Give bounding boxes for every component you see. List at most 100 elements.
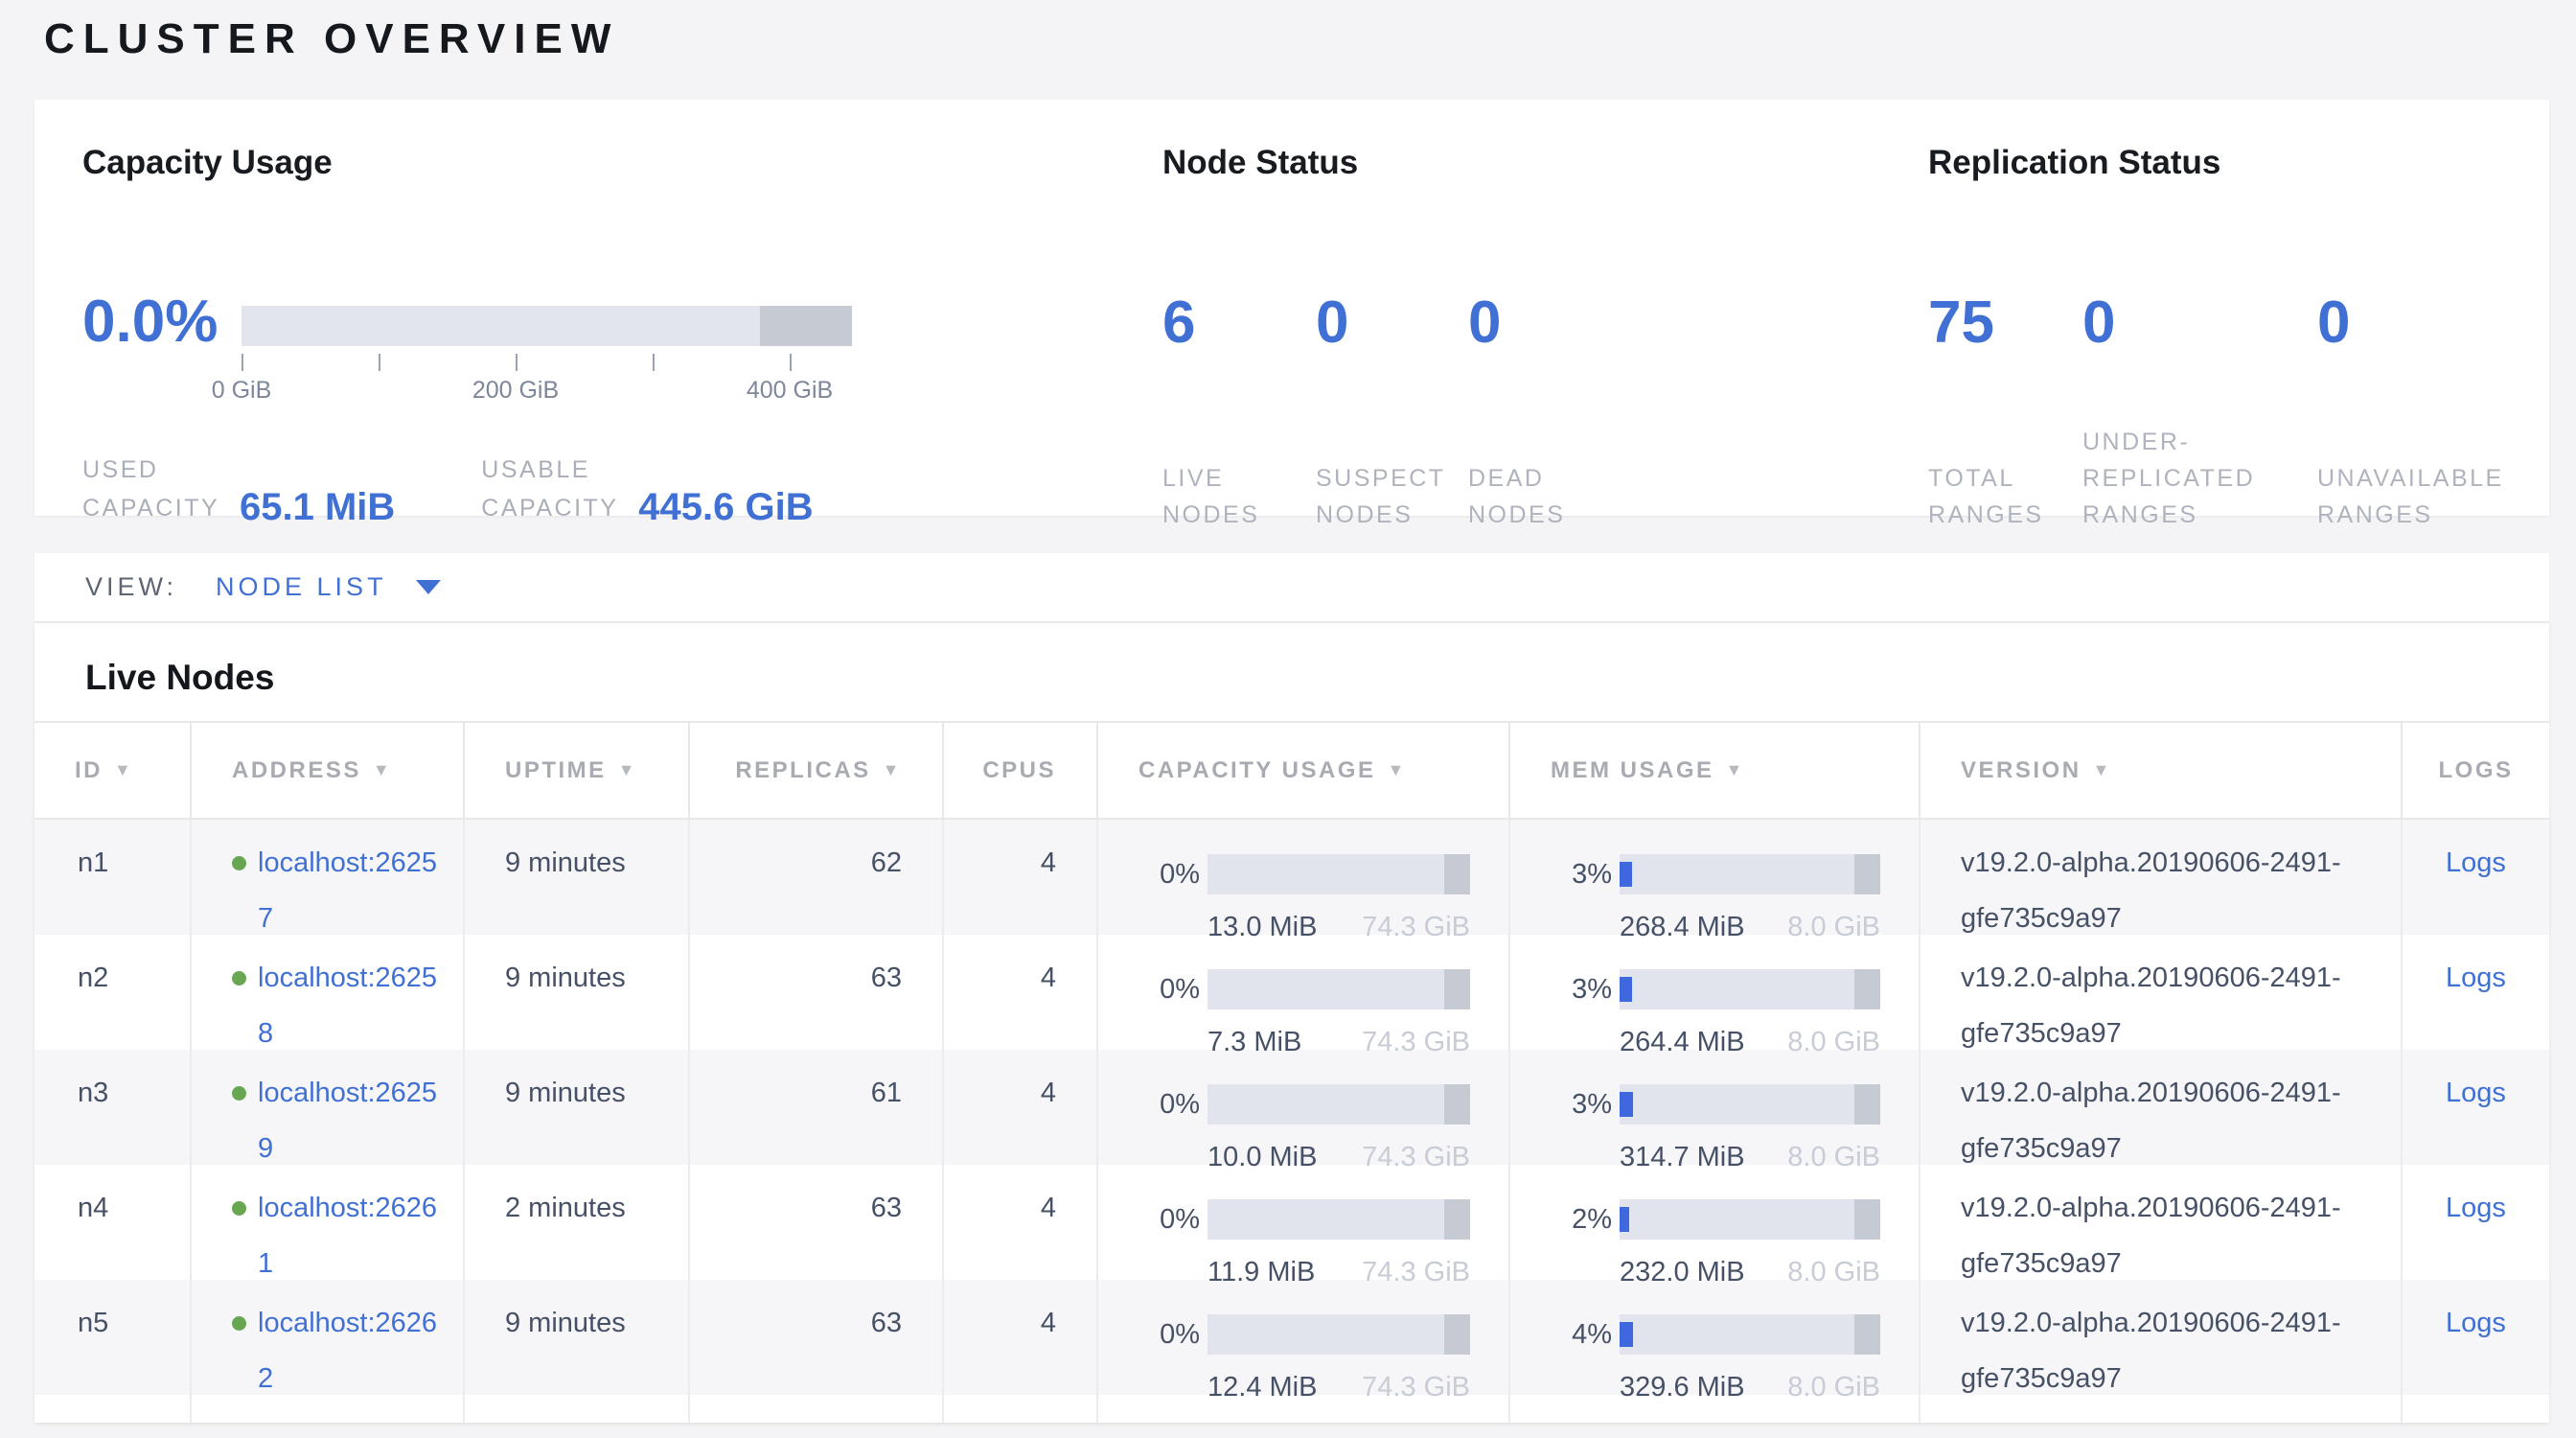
- memory-usage-percent: 4%: [1551, 1319, 1612, 1351]
- column-header-label: CPUS: [982, 757, 1056, 784]
- capacity-usage-bar: [1208, 1314, 1470, 1355]
- live-status-dot-icon: [232, 1086, 246, 1101]
- memory-usage-percent: 3%: [1551, 974, 1612, 1006]
- replicas-cell: 63: [688, 935, 942, 1050]
- version-text: v19.2.0-alpha.20190606-2491-gfe735c9a97: [1961, 835, 2373, 946]
- version-text: v19.2.0-alpha.20190606-2491-gfe735c9a97: [1961, 1295, 2373, 1406]
- uptime-cell: 9 minutes: [463, 1280, 688, 1395]
- table-row-n3: n3localhost:262599 minutes6140%10.0 MiB7…: [34, 1050, 2549, 1165]
- capacity-usage-reserved-segment: [1444, 854, 1470, 894]
- dead-nodes-item: 0 DEAD NODES: [1468, 291, 1612, 533]
- node-address-link[interactable]: localhost:26258: [258, 950, 446, 1050]
- unavailable-ranges-item: 0 UNAVAILABLE RANGES: [2317, 291, 2543, 533]
- memory-usage-bar: [1620, 854, 1880, 894]
- logs-link[interactable]: Logs: [2446, 963, 2506, 993]
- empty-cell: [1919, 1395, 2401, 1423]
- version-cell: v19.2.0-alpha.20190606-2491-gfe735c9a97: [1919, 1280, 2401, 1395]
- under-replicated-ranges-label: UNDER-REPLICATED RANGES: [2082, 424, 2317, 533]
- sort-arrow-icon: ▼: [883, 760, 902, 780]
- empty-cell: [1508, 1395, 1919, 1423]
- replicas-cell: 63: [688, 1165, 942, 1280]
- cpus-cell: 4: [942, 820, 1096, 935]
- replicas-cell: 62: [688, 820, 942, 935]
- column-header-version[interactable]: VERSION▼: [1919, 723, 2401, 818]
- column-header-id[interactable]: ID▼: [34, 723, 190, 818]
- dead-nodes-value: 0: [1468, 291, 1612, 355]
- cpus-cell: 4: [942, 1050, 1096, 1165]
- column-header-capacity[interactable]: CAPACITY USAGE▼: [1096, 723, 1508, 818]
- suspect-nodes-label: SUSPECT NODES: [1316, 460, 1468, 533]
- memory-usage-cell: 4%329.6 MiB8.0 GiB: [1508, 1280, 1919, 1395]
- live-status-dot-icon: [232, 1201, 246, 1216]
- gauge-tick-label: 400 GiB: [747, 377, 833, 405]
- empty-cell: [34, 1395, 190, 1423]
- memory-usage-cell: 3%264.4 MiB8.0 GiB: [1508, 935, 1919, 1050]
- memory-usage-bar: [1620, 1314, 1880, 1355]
- dead-nodes-label: DEAD NODES: [1468, 460, 1612, 533]
- usable-capacity-stat: USABLE CAPACITY 445.6 GiB: [481, 451, 813, 527]
- used-capacity-label: USED CAPACITY: [82, 451, 226, 527]
- gauge-tick-label: 200 GiB: [472, 377, 559, 405]
- column-header-uptime[interactable]: UPTIME▼: [463, 723, 688, 818]
- node-address-link[interactable]: localhost:26259: [258, 1065, 446, 1165]
- capacity-usage-percent: 0%: [1138, 1089, 1200, 1121]
- column-header-label: ADDRESS: [232, 757, 361, 784]
- node-address-link[interactable]: localhost:26257: [258, 835, 446, 935]
- memory-usage-percent: 3%: [1551, 1089, 1612, 1121]
- column-header-label: CAPACITY USAGE: [1138, 757, 1375, 784]
- uptime-cell: 2 minutes: [463, 1165, 688, 1280]
- replication-status-items: 75 TOTAL RANGES 0 UNDER-REPLICATED RANGE…: [1928, 291, 2543, 533]
- column-header-memory[interactable]: MEM USAGE▼: [1508, 723, 1919, 818]
- capacity-gauge-bar: [242, 306, 852, 346]
- empty-cell: [688, 1395, 942, 1423]
- capacity-gauge-bar-wrap: 0 GiB200 GiB400 GiB: [242, 306, 852, 407]
- column-header-address[interactable]: ADDRESS ▼: [190, 723, 463, 818]
- live-nodes-item: 6 LIVE NODES: [1162, 291, 1316, 533]
- logs-link[interactable]: Logs: [2446, 1078, 2506, 1108]
- version-cell: v19.2.0-alpha.20190606-2491-gfe735c9a97: [1919, 1050, 2401, 1165]
- view-selector-dropdown[interactable]: NODE LIST: [216, 572, 441, 602]
- column-header-label: MEM USAGE: [1551, 757, 1714, 784]
- sort-arrow-icon: ▼: [373, 760, 392, 780]
- logs-cell: Logs: [2401, 820, 2549, 935]
- node-status-section: Node Status 6 LIVE NODES 0 SUSPECT NODES…: [1162, 144, 1358, 182]
- gauge-tick: [790, 354, 792, 371]
- column-header-replicas[interactable]: REPLICAS ▼: [688, 723, 942, 818]
- total-ranges-value: 75: [1928, 291, 2082, 355]
- replication-status-section: Replication Status 75 TOTAL RANGES 0 UND…: [1928, 144, 2220, 182]
- suspect-nodes-value: 0: [1316, 291, 1468, 355]
- version-text: v19.2.0-alpha.20190606-2491-gfe735c9a97: [1961, 1180, 2373, 1291]
- memory-usage-percent: 3%: [1551, 859, 1612, 891]
- node-address-link[interactable]: localhost:26261: [258, 1180, 446, 1280]
- address-cell: localhost:26258: [190, 935, 463, 1050]
- view-selected-value[interactable]: NODE LIST: [216, 572, 387, 602]
- suspect-nodes-item: 0 SUSPECT NODES: [1316, 291, 1468, 533]
- node-address-link[interactable]: localhost:26262: [258, 1295, 446, 1395]
- used-capacity-value: 65.1 MiB: [240, 487, 395, 527]
- capacity-usage-section: Capacity Usage 0.0% 0 GiB200 GiB400 GiB …: [82, 144, 945, 182]
- logs-cell: Logs: [2401, 1280, 2549, 1395]
- logs-link[interactable]: Logs: [2446, 847, 2506, 878]
- memory-usage-reserved-segment: [1854, 1084, 1880, 1125]
- column-header-label: REPLICAS: [735, 757, 870, 784]
- uptime-cell: 9 minutes: [463, 1050, 688, 1165]
- unavailable-ranges-value: 0: [2317, 291, 2543, 355]
- unavailable-ranges-label: UNAVAILABLE RANGES: [2317, 460, 2543, 533]
- column-header-label: ID: [75, 757, 103, 784]
- address-cell: localhost:26257: [190, 820, 463, 935]
- column-header-label: UPTIME: [505, 757, 607, 784]
- capacity-usage-reserved-segment: [1444, 969, 1470, 1009]
- table-row-n1: n1localhost:262579 minutes6240%13.0 MiB7…: [34, 820, 2549, 935]
- column-header-logs: LOGS: [2401, 723, 2549, 818]
- live-status-dot-icon: [232, 971, 246, 986]
- capacity-usage-percent: 0%: [1138, 974, 1200, 1006]
- cpus-cell: 4: [942, 935, 1096, 1050]
- memory-usage-reserved-segment: [1854, 969, 1880, 1009]
- gauge-tick-label: 0 GiB: [212, 377, 272, 405]
- node-table-header: ID▼ ADDRESS ▼ UPTIME▼ REPLICAS ▼ CPUS CAPACITY …: [34, 721, 2549, 820]
- address-cell: localhost:26259: [190, 1050, 463, 1165]
- memory-usage-percent: 2%: [1551, 1204, 1612, 1236]
- memory-usage-used-segment: [1620, 862, 1632, 887]
- logs-link[interactable]: Logs: [2446, 1308, 2506, 1338]
- logs-link[interactable]: Logs: [2446, 1193, 2506, 1223]
